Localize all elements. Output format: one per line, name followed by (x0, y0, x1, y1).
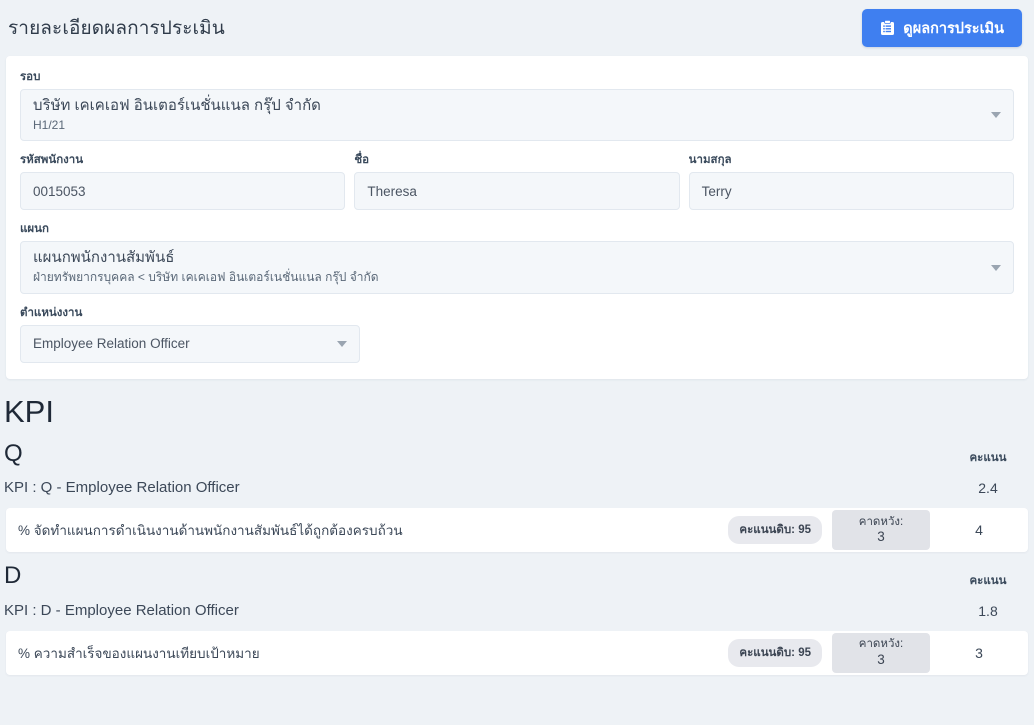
evaluation-detail-page: รายละเอียดผลการประเมิน ดูผลการประเมิน รอ… (0, 0, 1034, 725)
expected-score-box: คาดหวัง: 3 (832, 510, 930, 551)
kpi-group-d-summary-score: 1.8 (978, 602, 998, 619)
expected-score-value: 3 (877, 529, 885, 545)
field-period: รอบ บริษัท เคเคเอฟ อินเตอร์เนชั่นแนล กรุ… (20, 68, 1014, 142)
field-first-name: ชื่อ Theresa (354, 151, 680, 211)
position-select[interactable]: Employee Relation Officer (20, 324, 360, 363)
first-name-input[interactable]: Theresa (354, 172, 680, 211)
expected-score-value: 3 (877, 651, 885, 667)
department-label: แผนก (20, 223, 49, 236)
department-select[interactable]: แผนกพนักงานสัมพันธ์ ฝ่ายทรัพยากรบุคคล < … (20, 241, 1014, 294)
kpi-group-q: Q คะแนน KPI : Q - Employee Relation Offi… (0, 440, 1034, 553)
field-department: แผนก แผนกพนักงานสัมพันธ์ ฝ่ายทรัพยากรบุค… (20, 220, 1014, 294)
kpi-item-name: % จัดทำแผนการดำเนินงานด้านพนักงานสัมพันธ… (18, 523, 403, 539)
kpi-group-q-letter: Q (4, 439, 23, 467)
page-header: รายละเอียดผลการประเมิน ดูผลการประเมิน (0, 0, 1034, 56)
period-value-sub: H1/21 (33, 117, 66, 132)
department-value-main: แผนกพนักงานสัมพันธ์ (33, 249, 175, 267)
period-select[interactable]: บริษัท เคเคเอฟ อินเตอร์เนชั่นแนล กรุ๊ป จ… (20, 89, 1014, 142)
last-name-label: นามสกุล (688, 154, 732, 167)
expected-score-label: คาดหวัง: (858, 638, 904, 651)
kpi-group-d-summary-label: KPI : D - Employee Relation Officer (4, 602, 239, 620)
first-name-label: ชื่อ (354, 154, 370, 167)
chevron-down-icon[interactable] (991, 112, 1001, 119)
employee-id-value: 0015053 (33, 183, 86, 199)
chevron-down-icon[interactable] (991, 264, 1001, 271)
view-evaluation-result-button[interactable]: ดูผลการประเมิน (862, 9, 1022, 47)
kpi-group-d-header: D คะแนน (0, 562, 1034, 590)
first-name-value: Theresa (367, 183, 417, 199)
field-position: ตำแหน่งงาน Employee Relation Officer (20, 304, 360, 363)
expected-score-label: คาดหวัง: (858, 515, 904, 528)
chevron-down-icon[interactable] (337, 340, 347, 347)
position-value: Employee Relation Officer (33, 336, 190, 352)
status-badge: คะแนนดิบ: 95 (728, 516, 822, 545)
last-name-input[interactable]: Terry (688, 172, 1014, 211)
kpi-group-q-header: Q คะแนน (0, 440, 1034, 468)
kpi-group-d: D คะแนน KPI : D - Employee Relation Offi… (0, 562, 1034, 676)
kpi-item-name: % ความสำเร็จของแผนงานเทียบเป้าหมาย (18, 646, 260, 662)
table-row[interactable]: % ความสำเร็จของแผนงานเทียบเป้าหมาย คะแนน… (6, 631, 1028, 676)
period-label: รอบ (20, 71, 41, 83)
kpi-section-title: KPI (4, 393, 54, 429)
employee-id-input[interactable]: 0015053 (20, 172, 346, 211)
kpi-group-d-letter: D (4, 562, 22, 590)
kpi-group-q-summary-score: 2.4 (978, 479, 998, 496)
kpi-group-q-summary: KPI : Q - Employee Relation Officer 2.4 (0, 467, 1034, 508)
page-title: รายละเอียดผลการประเมิน (8, 18, 225, 39)
field-last-name: นามสกุล Terry (688, 151, 1014, 211)
view-evaluation-result-label: ดูผลการประเมิน (903, 20, 1004, 37)
department-value-sub: ฝ่ายทรัพยากรบุคคล < บริษัท เคเคเอฟ อินเต… (33, 270, 379, 285)
clipboard-list-icon (880, 20, 895, 36)
kpi-group-d-score-column-label: คะแนน (969, 575, 1007, 588)
employee-name-row: รหัสพนักงาน 0015053 ชื่อ Theresa นามสกุล… (20, 151, 1014, 220)
field-employee-id: รหัสพนักงาน 0015053 (20, 151, 346, 211)
kpi-item-score: 3 (975, 645, 983, 662)
employee-info-card: รอบ บริษัท เคเคเอฟ อินเตอร์เนชั่นแนล กรุ… (6, 56, 1028, 379)
kpi-group-d-summary: KPI : D - Employee Relation Officer 1.8 (0, 590, 1034, 631)
last-name-value: Terry (701, 183, 732, 199)
expected-score-box: คาดหวัง: 3 (832, 633, 930, 674)
table-row[interactable]: % จัดทำแผนการดำเนินงานด้านพนักงานสัมพันธ… (6, 508, 1028, 553)
kpi-item-score: 4 (975, 522, 983, 539)
employee-id-label: รหัสพนักงาน (20, 154, 84, 167)
status-badge: คะแนนดิบ: 95 (728, 639, 822, 668)
position-label: ตำแหน่งงาน (20, 306, 83, 319)
kpi-group-q-summary-label: KPI : Q - Employee Relation Officer (4, 479, 240, 497)
kpi-group-q-score-column-label: คะแนน (969, 452, 1007, 465)
period-value-main: บริษัท เคเคเอฟ อินเตอร์เนชั่นแนล กรุ๊ป จ… (33, 97, 321, 114)
